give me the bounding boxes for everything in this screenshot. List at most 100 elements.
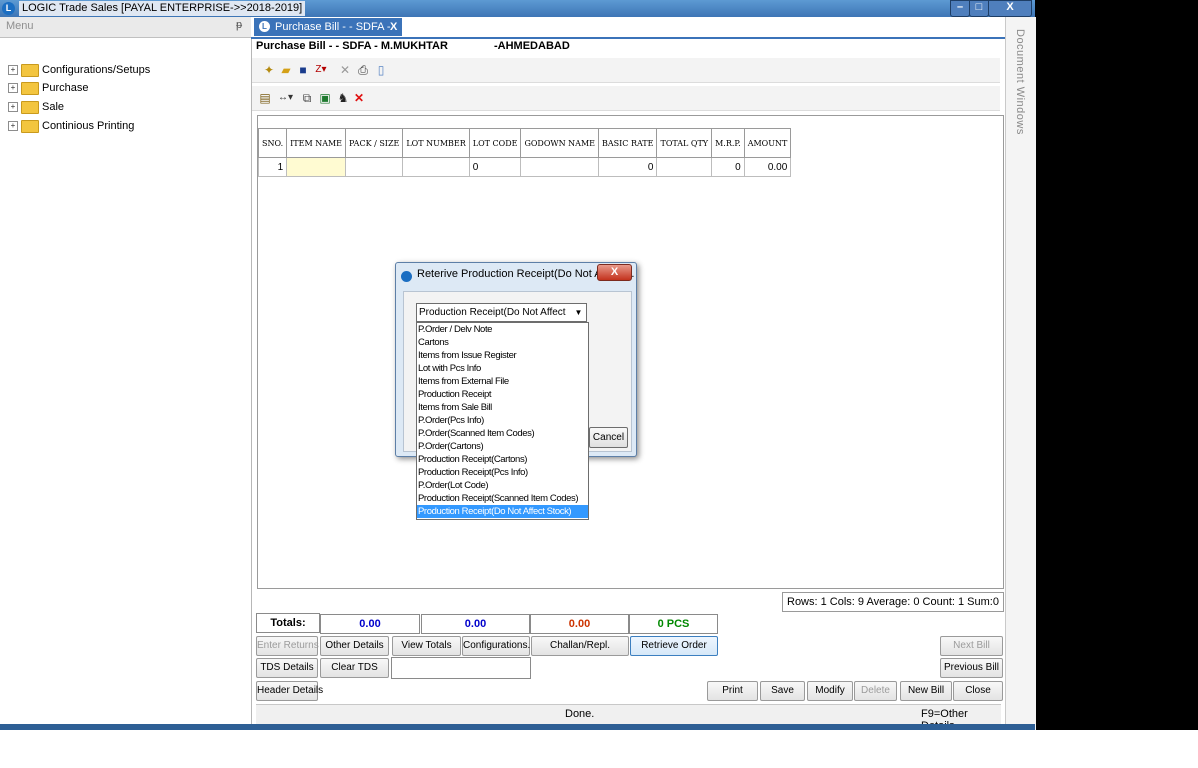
view-totals-button[interactable]: View Totals xyxy=(392,636,461,656)
other-details-button[interactable]: Other Details xyxy=(320,636,389,656)
enter-returns-button[interactable]: Enter Returns xyxy=(256,636,319,656)
tds-field[interactable] xyxy=(391,657,531,679)
column-header[interactable]: PACK / SIZE xyxy=(345,128,404,158)
tree-item-configurations[interactable]: + Configurations/Setups xyxy=(8,61,150,79)
cell-total-qty[interactable] xyxy=(656,157,713,177)
cell-lot-code[interactable]: 0 xyxy=(468,157,522,177)
menu-pane: Menu ᵽ + Configurations/Setups + Purchase … xyxy=(0,17,252,730)
items-table: SNO. ITEM NAME PACK / SIZE LOT NUMBER LO… xyxy=(257,128,792,177)
previous-bill-button[interactable]: Previous Bill xyxy=(940,658,1003,678)
tree-item-continious-printing[interactable]: + Continious Printing xyxy=(8,117,134,135)
dropdown-option[interactable]: Production Receipt xyxy=(417,388,588,401)
dropdown-option-selected[interactable]: Production Receipt(Do Not Affect Stock) xyxy=(417,505,588,518)
dropdown-option[interactable]: Cartons xyxy=(417,336,588,349)
column-header[interactable]: LOT CODE xyxy=(468,128,522,158)
retrieve-order-button[interactable]: Retrieve Order xyxy=(630,636,718,656)
tab-purchase-bill[interactable]: L Purchase Bill - - SDFA - M... X xyxy=(254,18,402,51)
total-value-3: 0.00 xyxy=(530,614,629,634)
expand-icon[interactable]: + xyxy=(8,102,18,113)
maximize-button[interactable]: □ xyxy=(969,0,989,17)
dropdown-option[interactable]: P.Order / Delv Note xyxy=(417,323,588,336)
dropdown-option[interactable]: Production Receipt(Pcs Info) xyxy=(417,466,588,479)
columns-width-icon[interactable]: ↔▾ xyxy=(278,91,293,105)
print-button[interactable]: Print xyxy=(707,681,758,701)
pin-icon[interactable]: ᵽ xyxy=(236,19,242,31)
dropdown-option[interactable]: Items from Issue Register xyxy=(417,349,588,362)
delete-x-icon[interactable]: ✕ xyxy=(338,63,352,77)
open-folder-icon[interactable]: ▰ xyxy=(279,63,293,77)
cancel-x-icon[interactable]: ✕ xyxy=(352,91,366,105)
expand-icon[interactable]: + xyxy=(8,83,18,94)
tree-item-purchase[interactable]: + Purchase xyxy=(8,79,88,97)
column-header[interactable]: SNO. xyxy=(257,128,288,158)
column-header[interactable]: BASIC RATE xyxy=(597,128,658,158)
column-header[interactable]: TOTAL QTY xyxy=(656,128,713,158)
configurations-button[interactable]: Configurations... xyxy=(462,636,536,656)
cell-item-name[interactable] xyxy=(286,157,347,177)
folder-icon xyxy=(21,100,39,114)
dropdown-option[interactable]: P.Order(Cartons) xyxy=(417,440,588,453)
title-bar: L LOGIC Trade Sales [PAYAL ENTERPRISE->>… xyxy=(0,0,1035,17)
dropdown-option[interactable]: Items from Sale Bill xyxy=(417,401,588,414)
dropdown-option[interactable]: P.Order(Pcs Info) xyxy=(417,414,588,427)
cell-amount[interactable]: 0.00 xyxy=(743,157,792,177)
table-row[interactable]: 1 0 0 0 0.00 xyxy=(257,157,792,177)
cell-basic-rate[interactable]: 0 xyxy=(597,157,658,177)
window-title: LOGIC Trade Sales [PAYAL ENTERPRISE->>20… xyxy=(19,1,306,16)
close-window-button[interactable]: X xyxy=(988,0,1032,17)
tab-close-icon[interactable]: X xyxy=(390,18,397,36)
expand-icon[interactable]: + xyxy=(8,65,18,76)
document-windows-label: Document Windows xyxy=(1014,29,1026,135)
close-button[interactable]: Close xyxy=(953,681,1003,701)
desktop-background xyxy=(1035,0,1198,730)
cell-pack-size[interactable] xyxy=(345,157,404,177)
column-header[interactable]: ITEM NAME xyxy=(286,128,347,158)
grid-status: Rows: 1 Cols: 9 Average: 0 Count: 1 Sum:… xyxy=(782,592,1004,612)
folder-icon xyxy=(21,63,39,77)
clear-tds-button[interactable]: Clear TDS xyxy=(320,658,389,678)
save-disk-icon[interactable]: ■ xyxy=(296,63,310,77)
folder-icon xyxy=(21,81,39,95)
tree-item-sale[interactable]: + Sale xyxy=(8,98,64,116)
tds-details-button[interactable]: TDS Details xyxy=(256,658,318,678)
cancel-button[interactable]: Cancel xyxy=(589,427,628,448)
dropdown-option[interactable]: Production Receipt(Scanned Item Codes) xyxy=(417,492,588,505)
binoculars-icon[interactable]: ♞ xyxy=(336,91,350,105)
cell-mrp[interactable]: 0 xyxy=(711,157,745,177)
cell-lot-number[interactable] xyxy=(402,157,470,177)
column-header[interactable]: LOT NUMBER xyxy=(402,128,470,158)
column-header[interactable]: GODOWN NAME xyxy=(520,128,599,158)
cell-godown-name[interactable] xyxy=(520,157,599,177)
modify-button[interactable]: Modify xyxy=(807,681,853,701)
copy-icon[interactable]: ⧉ xyxy=(300,91,314,105)
header-details-button[interactable]: Header Details xyxy=(256,681,323,701)
dropdown-option[interactable]: P.Order(Lot Code) xyxy=(417,479,588,492)
printer-icon[interactable]: ⎙ xyxy=(356,63,370,77)
retrieve-type-select[interactable]: Production Receipt(Do Not Affect Stock) … xyxy=(416,303,587,335)
dropdown-option[interactable]: Lot with Pcs Info xyxy=(417,362,588,375)
new-icon[interactable]: ✦ xyxy=(262,63,276,77)
dropdown-option[interactable]: Items from External File xyxy=(417,375,588,388)
save-button[interactable]: Save xyxy=(760,681,805,701)
chevron-down-icon[interactable]: ▼ xyxy=(571,304,586,321)
new-bill-button[interactable]: New Bill xyxy=(900,681,952,701)
excel-icon[interactable]: ▣ xyxy=(318,91,332,105)
expand-icon[interactable]: + xyxy=(8,121,18,132)
delete-button[interactable]: Delete xyxy=(854,681,897,701)
dropdown-option[interactable]: P.Order(Scanned Item Codes) xyxy=(417,427,588,440)
column-header[interactable]: AMOUNT xyxy=(743,128,792,158)
form-icon[interactable]: ▤ xyxy=(258,91,272,105)
zoom-icon[interactable]: Z▾ xyxy=(314,63,328,77)
dialog-app-icon xyxy=(401,271,412,282)
dropdown-option[interactable]: Production Receipt(Cartons) xyxy=(417,453,588,466)
challan-repl-button[interactable]: Challan/Repl. xyxy=(531,636,629,656)
column-header[interactable]: M.R.P. xyxy=(711,128,745,158)
minimize-button[interactable]: – xyxy=(950,0,970,17)
document-page-icon[interactable]: ▯ xyxy=(374,63,388,77)
document-windows-panel[interactable]: Document Windows xyxy=(1005,17,1036,730)
dialog-close-button[interactable]: X xyxy=(597,264,632,281)
tree-item-label: Configurations/Setups xyxy=(42,64,151,76)
cell-sno[interactable]: 1 xyxy=(257,157,288,177)
next-bill-button[interactable]: Next Bill xyxy=(940,636,1003,656)
document-icon: L xyxy=(259,21,270,32)
